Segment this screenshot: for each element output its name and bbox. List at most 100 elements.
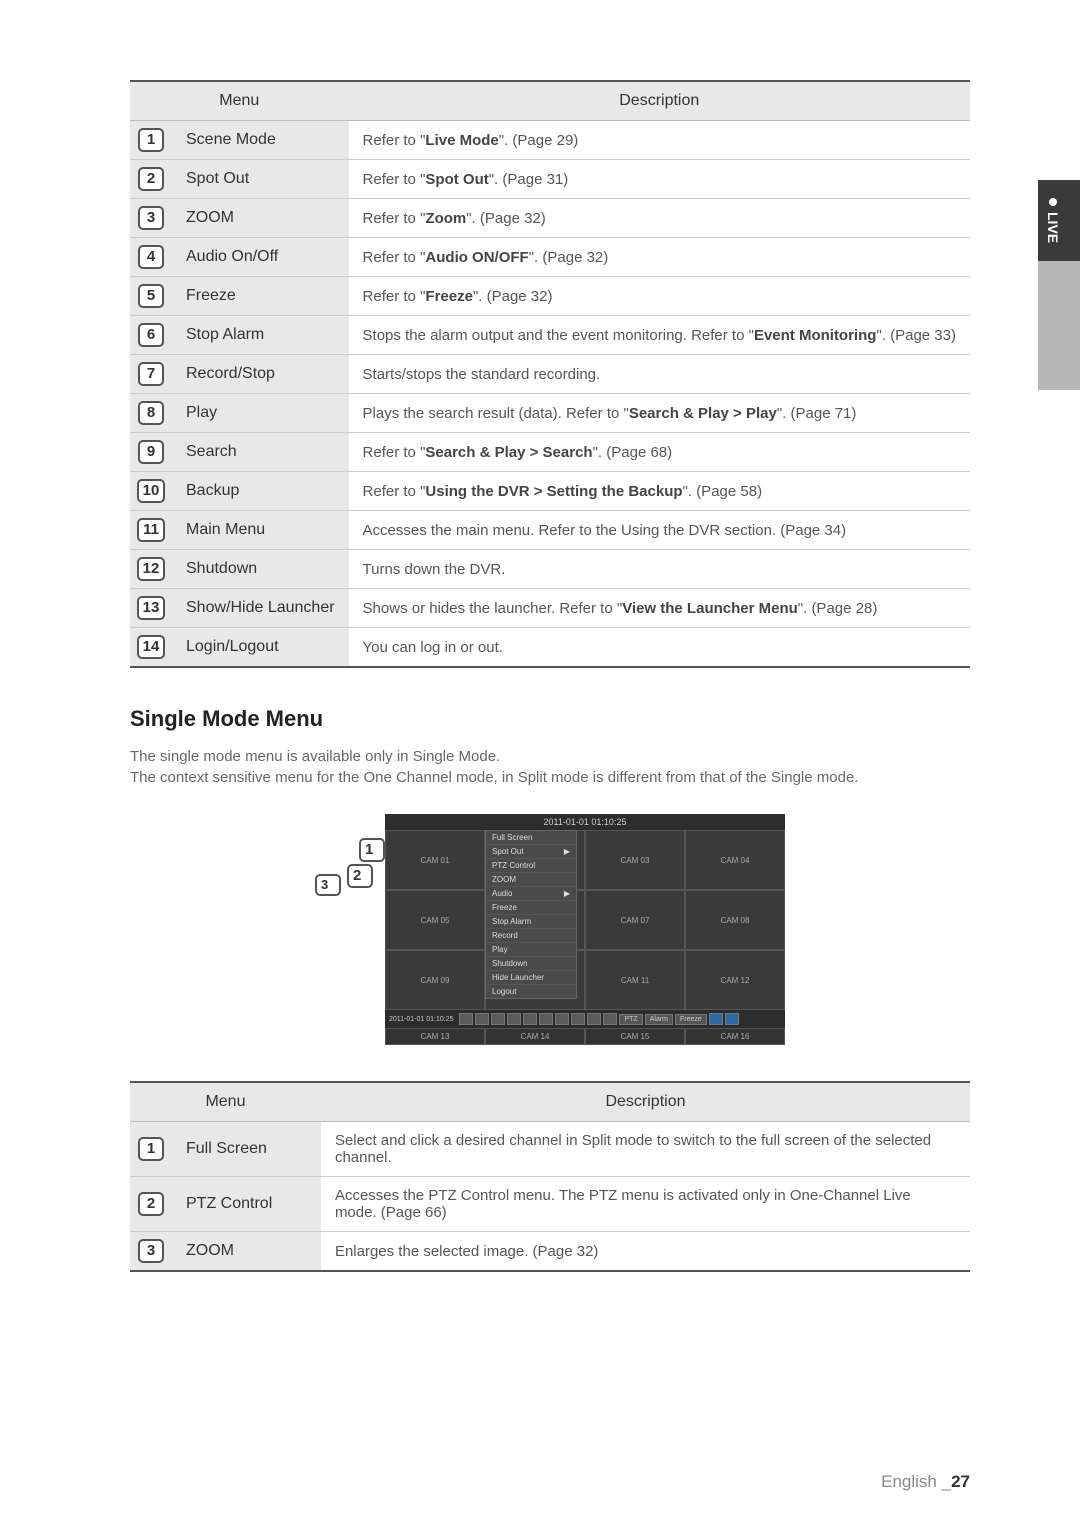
row-num: 12 [137,557,166,581]
layout-icon[interactable] [459,1013,473,1025]
dvr-camera-cell[interactable]: CAM 12 [685,950,785,1010]
dvr-menu-item[interactable]: Freeze [486,901,576,915]
row-menu-name: Record/Stop [172,355,349,394]
row-description: Enlarges the selected image. (Page 32) [321,1232,970,1272]
section-title: Single Mode Menu [130,706,970,732]
dvr-menu-item[interactable]: Audio▶ [486,887,576,901]
intro-line-1: The single mode menu is available only i… [130,748,500,765]
layout-icon[interactable] [475,1013,489,1025]
table-row: 14Login/LogoutYou can log in or out. [130,628,970,668]
row-description: Refer to "Spot Out". (Page 31) [349,160,970,199]
row-num-cell: 1 [130,121,172,160]
dvr-menu-item[interactable]: PTZ Control [486,859,576,873]
row-num-cell: 1 [130,1122,172,1177]
row-num: 11 [137,518,165,542]
row-num-cell: 9 [130,433,172,472]
side-tab-text: LIVE [1045,212,1061,243]
footer-sep: _ [942,1472,951,1491]
dvr-callouts: 1 2 3 [315,814,385,840]
dvr-menu-item[interactable]: Logout [486,985,576,998]
row-menu-name: ZOOM [172,199,349,238]
row-num-cell: 3 [130,1232,172,1272]
row-menu-name: Shutdown [172,550,349,589]
row-num: 1 [138,128,164,152]
dvr-camera-cell[interactable]: CAM 03 [585,830,685,890]
row-num: 9 [138,440,164,464]
toolbar-chip-ptz[interactable]: PTZ [619,1014,642,1025]
dvr-camera-cell[interactable]: CAM 11 [585,950,685,1010]
row-menu-name: Main Menu [172,511,349,550]
table-row: 11 Main MenuAccesses the main menu. Refer… [130,511,970,550]
toolbar-chip-alarm[interactable]: Alarm [645,1014,673,1025]
row-description: Shows or hides the launcher. Refer to "V… [349,589,970,628]
row-menu-name: ZOOM [172,1232,321,1272]
dvr-toolbar: 2011-01-01 01:10:25 PTZ Alarm Freeze [385,1010,785,1028]
audio-icon[interactable] [587,1013,601,1025]
dvr-menu-item[interactable]: ZOOM [486,873,576,887]
dvr-footer-cell[interactable]: CAM 14 [485,1028,585,1045]
table-row: 13Show/Hide LauncherShows or hides the l… [130,589,970,628]
dvr-camera-cell[interactable]: CAM 05 [385,890,485,950]
row-description: Select and click a desired channel in Sp… [321,1122,970,1177]
row-description: Refer to "Freeze". (Page 32) [349,277,970,316]
zoom-icon[interactable] [603,1013,617,1025]
row-num: 10 [137,479,166,503]
dvr-menu-item[interactable]: Shutdown [486,957,576,971]
menu-table-single: Menu Description 1Full ScreenSelect and … [130,1081,970,1272]
row-num-cell: 14 [130,628,172,668]
footer-page: 27 [951,1472,970,1491]
layout-icon[interactable] [523,1013,537,1025]
dvr-camera-cell[interactable]: CAM 04 [685,830,785,890]
dvr-menu-item[interactable]: Record [486,929,576,943]
row-num: 14 [137,635,166,659]
row-num: 6 [138,323,164,347]
dvr-menu-item[interactable]: Spot Out▶ [486,845,576,859]
row-num: 5 [138,284,164,308]
layout-icon[interactable] [539,1013,553,1025]
page-footer: English _27 [881,1472,970,1492]
layout-icon[interactable] [555,1013,569,1025]
layout-icon[interactable] [491,1013,505,1025]
row-num-cell: 4 [130,238,172,277]
dvr-camera-cell[interactable]: CAM 01 [385,830,485,890]
row-description: Refer to "Using the DVR > Setting the Ba… [349,472,970,511]
dvr-footer-cell[interactable]: CAM 16 [685,1028,785,1045]
dvr-menu-item[interactable]: Hide Launcher [486,971,576,985]
dvr-camera-cell[interactable]: CAM 08 [685,890,785,950]
row-num: 3 [138,206,164,230]
table-row: 4Audio On/OffRefer to "Audio ON/OFF". (P… [130,238,970,277]
dvr-footer-cell[interactable]: CAM 13 [385,1028,485,1045]
row-menu-name: Freeze [172,277,349,316]
row-menu-name: Search [172,433,349,472]
row-num: 7 [138,362,164,386]
toolbar-chip-freeze[interactable]: Freeze [675,1014,707,1025]
row-description: Plays the search result (data). Refer to… [349,394,970,433]
callout-1: 1 [359,838,385,862]
row-num: 8 [138,401,164,425]
row-description: Accesses the PTZ Control menu. The PTZ m… [321,1177,970,1232]
row-num: 4 [138,245,164,269]
layout-icon[interactable] [571,1013,585,1025]
row-num: 3 [138,1239,164,1263]
record-icon[interactable] [725,1013,739,1025]
dvr-menu-item[interactable]: Play [486,943,576,957]
callout-2: 2 [347,864,373,888]
dvr-camera-cell[interactable]: CAM 09 [385,950,485,1010]
row-description: Accesses the main menu. Refer to the Usi… [349,511,970,550]
table-row: 1Full ScreenSelect and click a desired c… [130,1122,970,1177]
table-row: 3 ZOOMRefer to "Zoom". (Page 32) [130,199,970,238]
row-description: Starts/stops the standard recording. [349,355,970,394]
dvr-footer-cell[interactable]: CAM 15 [585,1028,685,1045]
th-menu-2: Menu [130,1082,321,1122]
row-menu-name: Show/Hide Launcher [172,589,349,628]
row-num-cell: 6 [130,316,172,355]
play-icon[interactable] [709,1013,723,1025]
dvr-timestamp-header: 2011-01-01 01:10:25 [385,814,785,830]
dvr-camera-cell[interactable]: CAM 07 [585,890,685,950]
row-description: Refer to "Zoom". (Page 32) [349,199,970,238]
dvr-menu-item[interactable]: Full Screen [486,831,576,845]
dvr-menu-item[interactable]: Stop Alarm [486,915,576,929]
dvr-context-menu[interactable]: Full ScreenSpot Out▶PTZ ControlZOOMAudio… [485,830,577,999]
table-row: 1Scene ModeRefer to "Live Mode". (Page 2… [130,121,970,160]
layout-icon[interactable] [507,1013,521,1025]
